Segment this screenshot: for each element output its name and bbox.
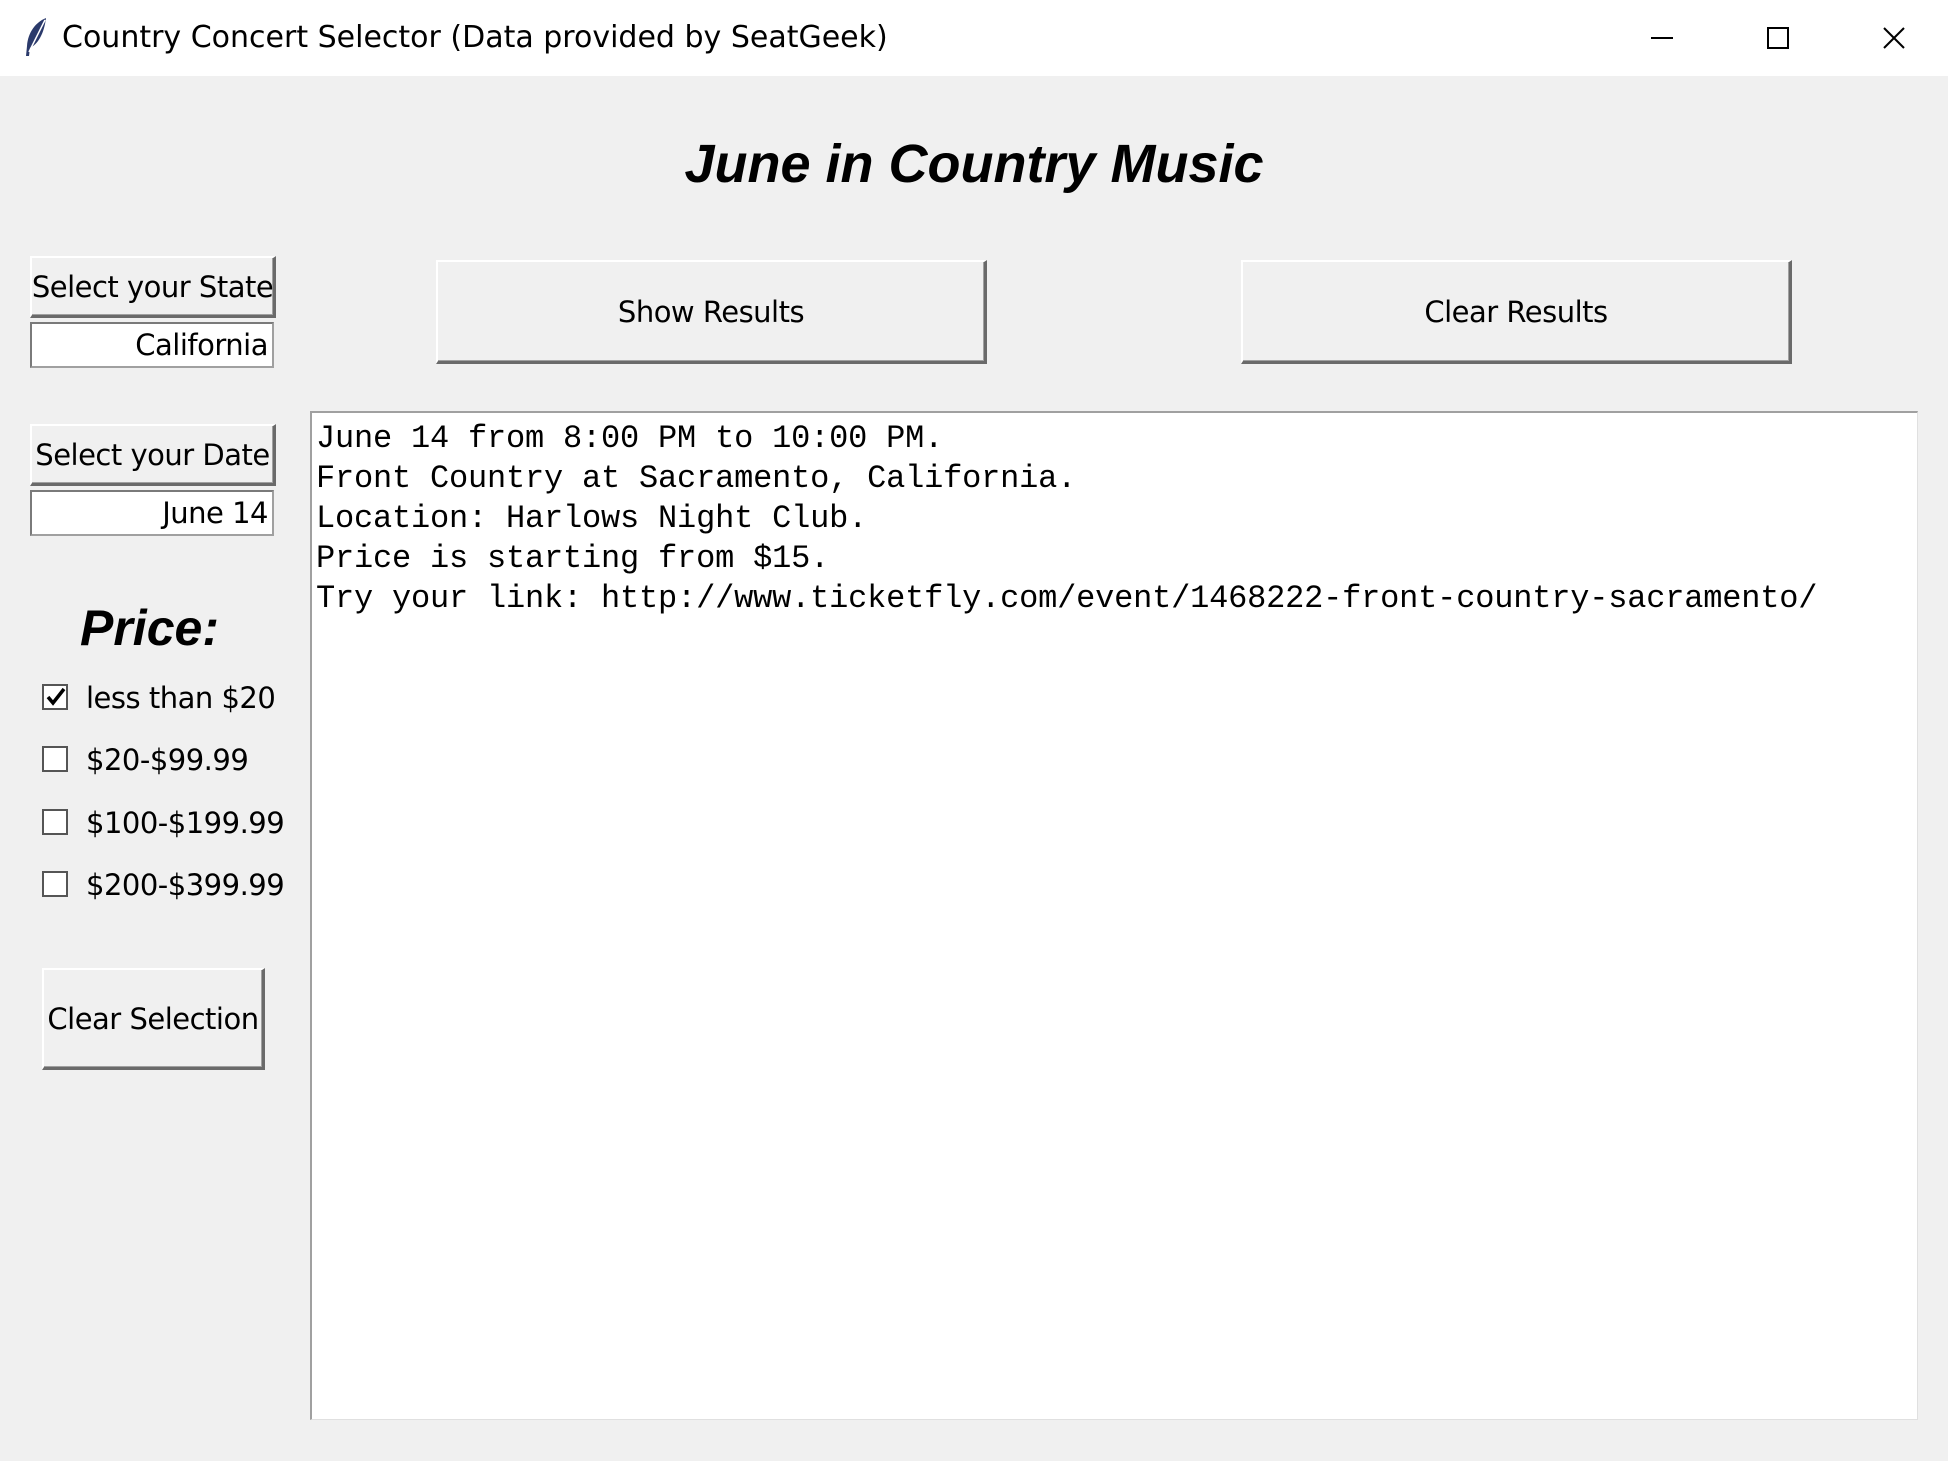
checkbox-label: $200-$399.99 — [86, 868, 285, 902]
price-heading: Price: — [80, 600, 219, 656]
result-line: Price is starting from $15. — [316, 540, 830, 577]
checkbox-label: $100-$199.99 — [86, 806, 285, 840]
result-line: Front Country at Sacramento, California. — [316, 460, 1077, 497]
checkbox-label: $20-$99.99 — [86, 743, 249, 777]
checkbox[interactable] — [42, 746, 68, 772]
clear-selection-button[interactable]: Clear Selection — [42, 968, 265, 1070]
price-option-200-399[interactable]: $200-$399.99 — [40, 865, 285, 905]
maximize-icon — [1767, 27, 1789, 49]
result-line: Try your link: http://www.ticketfly.com/… — [316, 580, 1818, 617]
checkbox-label: less than $20 — [86, 681, 276, 715]
show-results-button[interactable]: Show Results — [436, 260, 987, 364]
maximize-button[interactable] — [1720, 0, 1836, 76]
price-option-100-199[interactable]: $100-$199.99 — [40, 803, 285, 843]
minimize-button[interactable] — [1604, 0, 1720, 76]
price-option-less-than-20[interactable]: less than $20 — [40, 678, 280, 718]
checkmark-icon — [46, 687, 66, 706]
minimize-icon — [1651, 37, 1673, 39]
title-bar: Country Concert Selector (Data provided … — [0, 0, 1948, 76]
select-state-button[interactable]: Select your State — [30, 256, 276, 318]
result-line: June 14 from 8:00 PM to 10:00 PM. — [316, 420, 944, 457]
page-title: June in Country Music — [684, 134, 1264, 194]
feather-icon — [22, 16, 50, 58]
checkbox[interactable] — [42, 684, 68, 710]
price-option-20-99[interactable]: $20-$99.99 — [40, 740, 280, 780]
result-line: Location: Harlows Night Club. — [316, 500, 868, 537]
results-textarea[interactable]: June 14 from 8:00 PM to 10:00 PM. Front … — [310, 411, 1918, 1420]
window-title: Country Concert Selector (Data provided … — [62, 20, 888, 55]
clear-results-button[interactable]: Clear Results — [1241, 260, 1792, 364]
close-icon — [1883, 27, 1905, 49]
close-button[interactable] — [1836, 0, 1948, 76]
date-field[interactable]: June 14 — [30, 490, 274, 536]
select-date-button[interactable]: Select your Date — [30, 424, 276, 486]
state-field[interactable]: California — [30, 322, 274, 368]
checkbox[interactable] — [42, 809, 68, 835]
checkbox[interactable] — [42, 871, 68, 897]
